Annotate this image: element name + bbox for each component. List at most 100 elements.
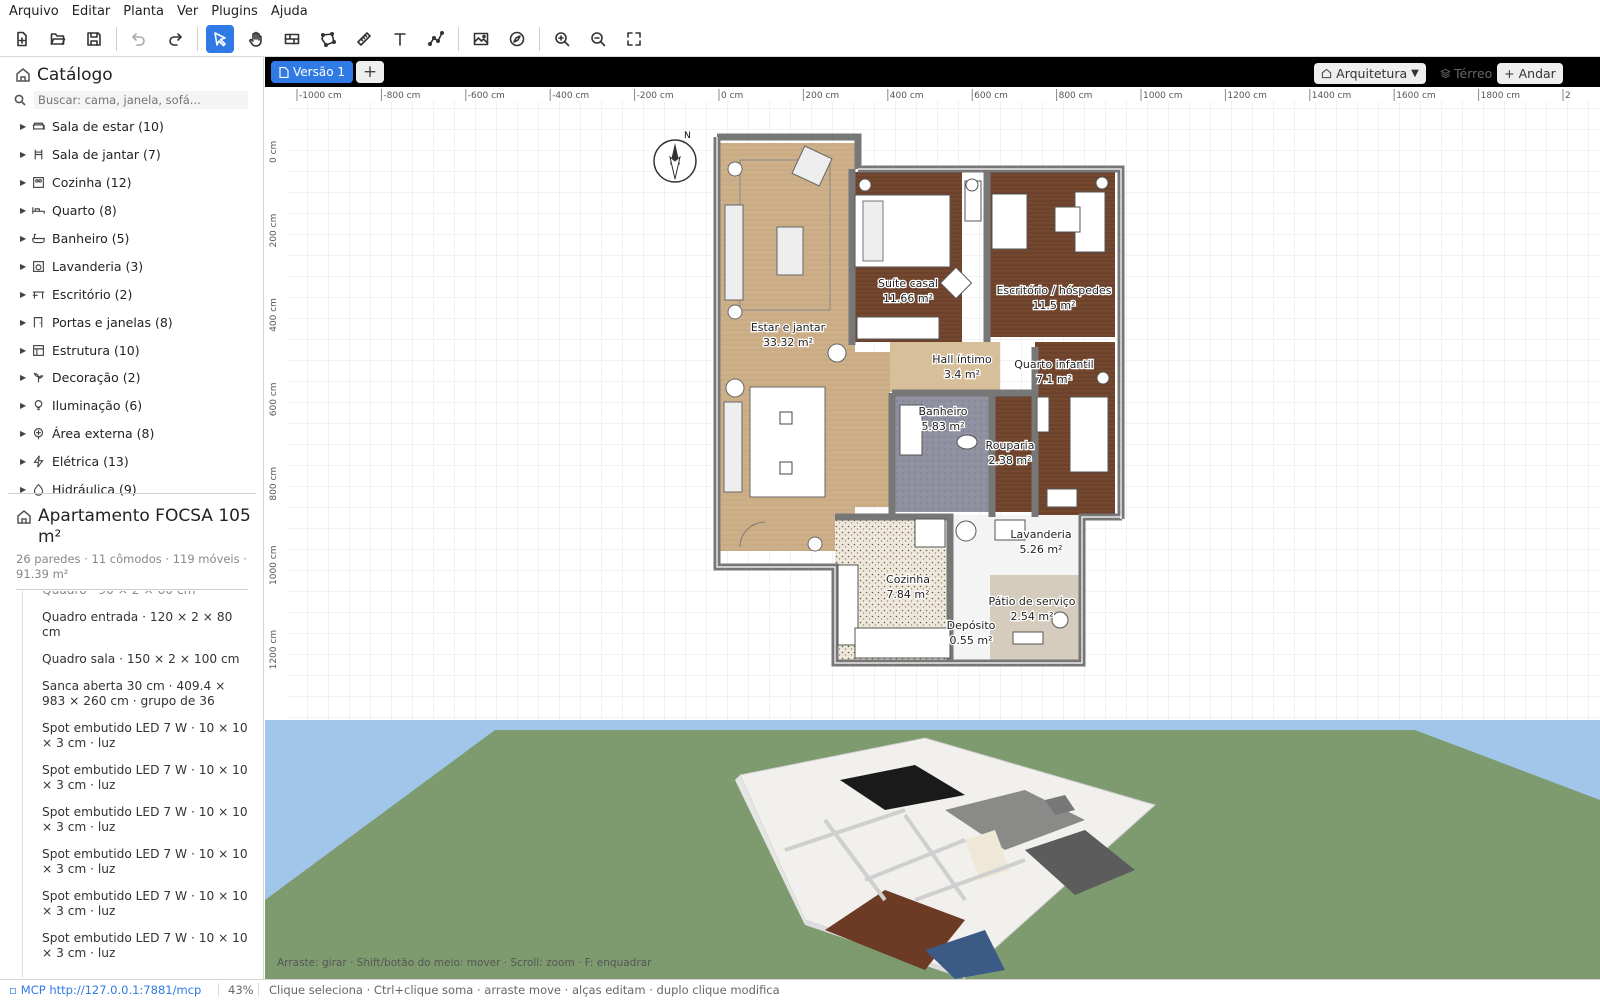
floor-tab-terreo[interactable]: Térreo (1440, 63, 1496, 84)
expand-arrow-icon[interactable]: ▶ (20, 290, 32, 299)
shelf[interactable] (1036, 396, 1050, 433)
undo-button[interactable] (125, 25, 153, 53)
catalog-item[interactable]: ▶ Elétrica (13) (0, 448, 263, 476)
room-name-label[interactable]: Estar e jantar (750, 320, 827, 336)
object-list-item[interactable]: Spot embutido LED 7 W · 10 × 10 × 3 cm ·… (23, 721, 252, 751)
mcp-status[interactable]: ▫ MCP http://127.0.0.1:7881/mcp (0, 983, 218, 997)
expand-arrow-icon[interactable]: ▶ (20, 206, 32, 215)
room-name-label[interactable]: Pátio de serviço (987, 594, 1077, 610)
expand-arrow-icon[interactable]: ▶ (20, 318, 32, 327)
chair[interactable] (779, 461, 793, 475)
room-name-label[interactable]: Depósito (945, 618, 997, 634)
catalog-item[interactable]: ▶ Lavanderia (3) (0, 252, 263, 280)
room-name-label[interactable]: Cozinha (885, 572, 931, 588)
expand-arrow-icon[interactable]: ▶ (20, 262, 32, 271)
zoom-in-button[interactable] (548, 25, 576, 53)
expand-arrow-icon[interactable]: ▶ (20, 373, 32, 382)
menu-planta[interactable]: Planta (123, 4, 164, 19)
add-version-button[interactable]: + (356, 61, 384, 83)
room-name-label[interactable]: Suíte casal (877, 276, 939, 292)
catalog-item[interactable]: ▶ Hidráulica (9) (0, 476, 263, 504)
sideboard[interactable] (723, 401, 743, 493)
floor-plan-canvas[interactable]: -1000 cm -800 cm -600 cm -400 cm -200 cm 0 cm… (265, 87, 1600, 720)
expand-arrow-icon[interactable]: ▶ (20, 178, 32, 187)
room-name-label[interactable]: Escritório / hóspedes (995, 283, 1113, 299)
add-floor-button[interactable]: + Andar (1497, 63, 1563, 84)
catalog-item[interactable]: ▶ Iluminação (6) (0, 392, 263, 420)
room-name-label[interactable]: Hall íntimo (931, 352, 993, 368)
object-list-item[interactable]: Spot embutido LED 7 W · 10 × 10 × 3 cm ·… (23, 763, 252, 793)
expand-arrow-icon[interactable]: ▶ (20, 457, 32, 466)
desk[interactable] (1046, 488, 1078, 508)
menu-plugins[interactable]: Plugins (211, 4, 258, 19)
catalog-item[interactable]: ▶ Decoração (2) (0, 364, 263, 392)
sofa-bed[interactable] (991, 193, 1028, 250)
room-name-label[interactable]: Lavanderia (1009, 527, 1073, 543)
zoom-out-button[interactable] (584, 25, 612, 53)
chair[interactable] (1054, 206, 1081, 233)
image-button[interactable] (467, 25, 495, 53)
select-tool-button[interactable] (206, 25, 234, 53)
menu-arquivo[interactable]: Arquivo (9, 4, 59, 19)
room-tool-button[interactable] (314, 25, 342, 53)
object-list-item[interactable]: Quadro sala · 150 × 2 × 100 cm (23, 652, 252, 667)
room-name-label[interactable]: Rouparia (984, 438, 1035, 454)
expand-arrow-icon[interactable]: ▶ (20, 401, 32, 410)
dining-table[interactable] (749, 386, 826, 498)
object-list-item[interactable]: Quadro entrada · 120 × 2 × 80 cm (23, 610, 252, 640)
menu-ver[interactable]: Ver (177, 4, 198, 19)
catalog-item[interactable]: ▶ Estrutura (10) (0, 336, 263, 364)
catalog-item[interactable]: ▶ Sala de estar (10) (0, 113, 263, 141)
room-name-label[interactable]: Banheiro (917, 404, 969, 420)
catalog-item[interactable]: ▶ Quarto (8) (0, 197, 263, 225)
object-list-item[interactable]: Spot embutido LED 7 W · 10 × 10 × 3 cm ·… (23, 889, 252, 919)
measure-tool-button[interactable] (350, 25, 378, 53)
counter[interactable] (854, 627, 951, 659)
chair[interactable] (779, 411, 793, 425)
compass-button[interactable] (503, 25, 531, 53)
catalog-item[interactable]: ▶ Portas e janelas (8) (0, 308, 263, 336)
washer[interactable] (955, 520, 977, 542)
catalog-item[interactable]: ▶ Sala de jantar (7) (0, 141, 263, 169)
text-tool-button[interactable] (386, 25, 414, 53)
expand-arrow-icon[interactable]: ▶ (20, 346, 32, 355)
new-file-button[interactable] (8, 25, 36, 53)
dresser[interactable] (856, 316, 940, 340)
object-list-item[interactable]: Quadro · 90 × 2 × 60 cm (23, 591, 252, 598)
wall-tool-button[interactable] (278, 25, 306, 53)
3d-scene[interactable] (265, 720, 1600, 979)
polyline-tool-button[interactable] (422, 25, 450, 53)
coffee-table[interactable] (776, 226, 804, 276)
expand-arrow-icon[interactable]: ▶ (20, 429, 32, 438)
save-button[interactable] (80, 25, 108, 53)
fridge[interactable] (914, 518, 946, 548)
menu-ajuda[interactable]: Ajuda (271, 4, 308, 19)
fit-view-button[interactable] (620, 25, 648, 53)
expand-arrow-icon[interactable]: ▶ (20, 150, 32, 159)
catalog-item[interactable]: ▶ Banheiro (5) (0, 225, 263, 253)
pan-tool-button[interactable] (242, 25, 270, 53)
expand-arrow-icon[interactable]: ▶ (20, 122, 32, 131)
sofa[interactable] (724, 204, 744, 301)
view-mode-select[interactable]: Arquitetura ▼ (1314, 63, 1426, 84)
sink[interactable] (956, 434, 978, 450)
catalog-search-input[interactable] (34, 91, 248, 109)
open-button[interactable] (44, 25, 72, 53)
boiler[interactable] (1051, 611, 1069, 629)
menu-editar[interactable]: Editar (72, 4, 111, 19)
object-list-item[interactable]: Spot embutido LED 7 W · 10 × 10 × 3 cm ·… (23, 847, 252, 877)
expand-arrow-icon[interactable]: ▶ (20, 234, 32, 243)
catalog-item[interactable]: ▶ Área externa (8) (0, 420, 263, 448)
floor-plan-svg[interactable]: -1000 cm -800 cm -600 cm -400 cm -200 cm 0 cm… (265, 87, 1600, 720)
object-list-item[interactable]: Spot embutido LED 7 W · 10 × 10 × 3 cm ·… (23, 931, 252, 961)
single-bed[interactable] (1069, 396, 1109, 473)
tab-version-1[interactable]: Versão 1 (271, 61, 353, 83)
shelf[interactable] (1012, 631, 1044, 645)
redo-button[interactable] (161, 25, 189, 53)
object-list-item[interactable]: Spot embutido LED 7 W · 10 × 10 × 3 cm ·… (23, 805, 252, 835)
catalog-item[interactable]: ▶ Escritório (2) (0, 280, 263, 308)
catalog-item[interactable]: ▶ Cozinha (12) (0, 169, 263, 197)
room-name-label[interactable]: Quarto infantil (1013, 357, 1095, 373)
3d-view[interactable]: Arraste: girar · Shift/botão do meio: mo… (265, 720, 1600, 979)
object-list-item[interactable]: Sanca aberta 30 cm · 409.4 × 983 × 260 c… (23, 679, 252, 709)
